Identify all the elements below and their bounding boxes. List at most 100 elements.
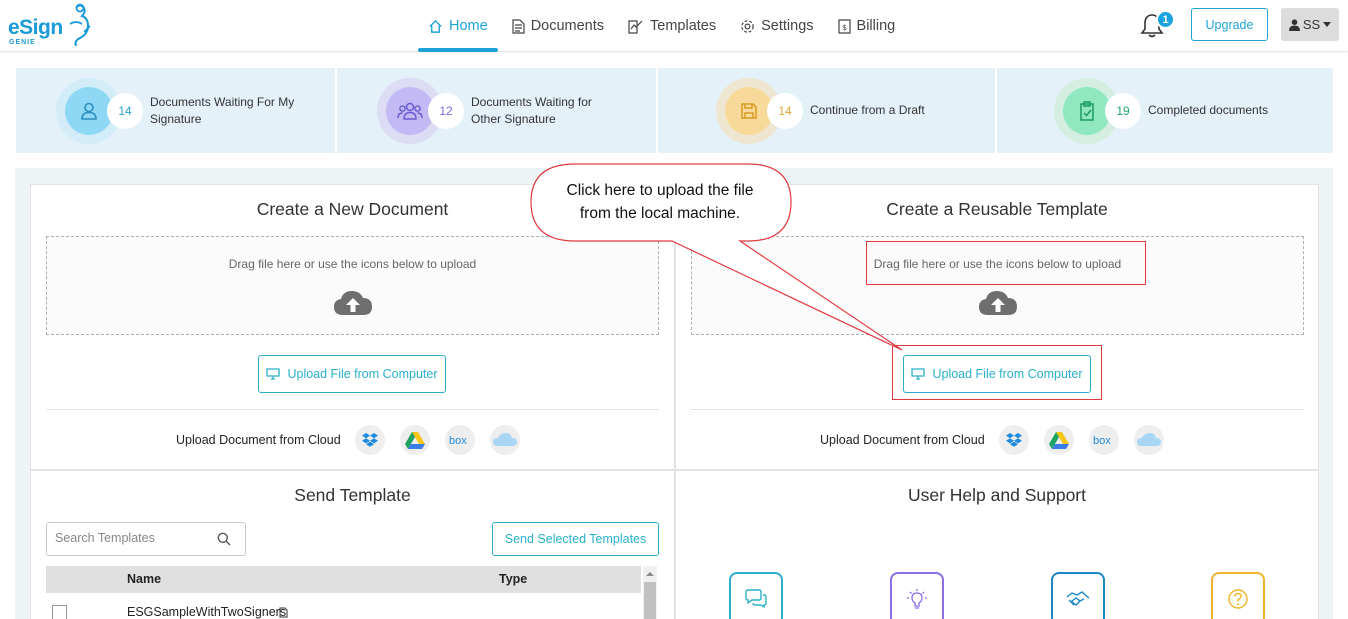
nav-home[interactable]: Home [416, 0, 500, 52]
annotation-highlight-dropzone-text [866, 241, 1146, 285]
gear-icon [741, 19, 754, 33]
google-drive-icon [404, 431, 425, 449]
search-templates-input[interactable] [55, 531, 215, 545]
box-button[interactable]: box [1088, 425, 1119, 455]
dropzone-text: Drag file here or use the icons below to… [228, 257, 477, 271]
top-header: eSign GENIE Home Documents Templates Set… [0, 0, 1348, 52]
create-document-panel: Create a New Document Drag file here or … [30, 184, 675, 470]
row-checkbox[interactable] [52, 605, 67, 619]
stat-completed[interactable]: 19 Completed documents [997, 68, 1333, 153]
pdf-file-icon [279, 607, 288, 618]
send-template-title: Send Template [294, 485, 411, 505]
box-button[interactable]: box [444, 425, 475, 455]
scroll-up-icon[interactable] [643, 569, 657, 579]
template-icon [628, 19, 643, 34]
user-icon [1288, 18, 1300, 31]
templates-table-header: Name Type [46, 566, 641, 593]
onedrive-icon [1136, 433, 1161, 446]
upload-file-from-computer-button[interactable]: Upload File from Computer [258, 355, 446, 393]
google-drive-button[interactable] [1043, 425, 1074, 455]
table-scrollbar[interactable] [643, 566, 657, 619]
document-dropzone[interactable]: Drag file here or use the icons below to… [46, 236, 659, 335]
onedrive-button[interactable] [1133, 425, 1164, 455]
faq-button[interactable] [1211, 572, 1265, 619]
user-icon [81, 102, 97, 120]
stat-label: Documents Waiting for Other Signature [471, 94, 592, 128]
svg-text:$: $ [842, 23, 847, 32]
google-drive-button[interactable] [399, 425, 430, 455]
nav-templates[interactable]: Templates [616, 0, 728, 52]
question-icon [1228, 589, 1248, 609]
stat-label-line2: Other Signature [471, 111, 556, 126]
annotation-callout-text: Click here to upload the file from the l… [535, 179, 785, 225]
stat-label-line1: Documents Waiting for [471, 94, 592, 109]
stat-label: Continue from a Draft [810, 102, 925, 119]
search-templates-field[interactable] [46, 522, 246, 556]
logo-wordmark: eSign [8, 16, 63, 39]
send-selected-templates-button[interactable]: Send Selected Templates [492, 522, 659, 556]
home-icon [429, 19, 442, 33]
main-content: Create a New Document Drag file here or … [15, 168, 1333, 619]
users-icon [397, 102, 423, 120]
table-row[interactable]: ESGSampleWithTwoSigners [46, 599, 641, 619]
nav-documents-label: Documents [530, 18, 605, 34]
svg-text:box: box [1093, 435, 1111, 446]
live-chat-button[interactable] [729, 572, 783, 619]
handshake-icon [1066, 591, 1090, 606]
upgrade-button[interactable]: Upgrade [1191, 8, 1268, 41]
stat-drafts[interactable]: 14 Continue from a Draft [658, 68, 995, 153]
tips-button[interactable] [890, 572, 944, 619]
nav-billing[interactable]: $ Billing [826, 0, 908, 52]
create-template-panel: Create a Reusable Template Drag file her… [675, 184, 1319, 470]
billing-icon: $ [837, 18, 851, 34]
box-icon: box [1093, 435, 1111, 446]
cloud-upload-icon [333, 291, 372, 315]
genie-mascot-icon [69, 3, 91, 47]
column-name[interactable]: Name [127, 572, 161, 586]
nav-settings[interactable]: Settings [728, 0, 825, 52]
onedrive-button[interactable] [489, 425, 520, 455]
annotation-highlight-upload-button [892, 345, 1102, 400]
dropbox-button[interactable] [354, 425, 385, 455]
support-button[interactable] [1051, 572, 1105, 619]
nav-documents[interactable]: Documents [500, 0, 616, 52]
upload-button-label: Upload File from Computer [287, 367, 438, 381]
stat-label: Documents Waiting For My Signature [150, 94, 294, 128]
nav-home-label: Home [449, 18, 488, 34]
floppy-disk-icon [741, 102, 757, 119]
stat-waiting-my-signature[interactable]: 14 Documents Waiting For My Signature [16, 68, 335, 153]
stat-count: 14 [107, 92, 143, 129]
onedrive-icon [492, 433, 517, 446]
stat-waiting-other-signature[interactable]: 12 Documents Waiting for Other Signature [337, 68, 656, 153]
notification-badge: 1 [1156, 10, 1175, 29]
dropbox-button[interactable] [998, 425, 1029, 455]
cloud-upload-label: Upload Document from Cloud [820, 433, 985, 447]
divider [691, 409, 1304, 410]
search-icon[interactable] [217, 532, 231, 546]
cloud-upload-label: Upload Document from Cloud [176, 433, 341, 447]
stat-label-line1: Documents Waiting For My [150, 94, 295, 109]
column-type[interactable]: Type [499, 572, 527, 586]
logo-subtext: GENIE [9, 39, 36, 46]
stat-icon-bg [386, 86, 434, 135]
lightbulb-icon [907, 589, 927, 609]
cloud-upload-icon [978, 291, 1017, 315]
annotation-line1: Click here to upload the file [566, 182, 754, 199]
annotation-line2: from the local machine. [579, 205, 741, 222]
stat-icon-bg [65, 86, 113, 135]
stat-count: 12 [428, 92, 464, 129]
template-name: ESGSampleWithTwoSigners [127, 605, 287, 619]
stat-count: 19 [1105, 92, 1141, 129]
cloud-upload-row: Upload Document from Cloud box [820, 425, 1179, 455]
svg-text:box: box [449, 435, 467, 446]
user-initials: SS [1302, 17, 1321, 32]
dropbox-icon [361, 433, 378, 447]
scrollbar-thumb[interactable] [644, 582, 656, 619]
divider [46, 409, 659, 410]
esign-genie-logo[interactable]: eSign GENIE [8, 2, 92, 48]
stat-icon-bg [1063, 86, 1111, 135]
stat-label: Completed documents [1148, 102, 1268, 119]
notifications-button[interactable]: 1 [1138, 10, 1178, 40]
user-menu-button[interactable]: SS [1281, 8, 1339, 41]
nav-templates-label: Templates [650, 18, 717, 34]
